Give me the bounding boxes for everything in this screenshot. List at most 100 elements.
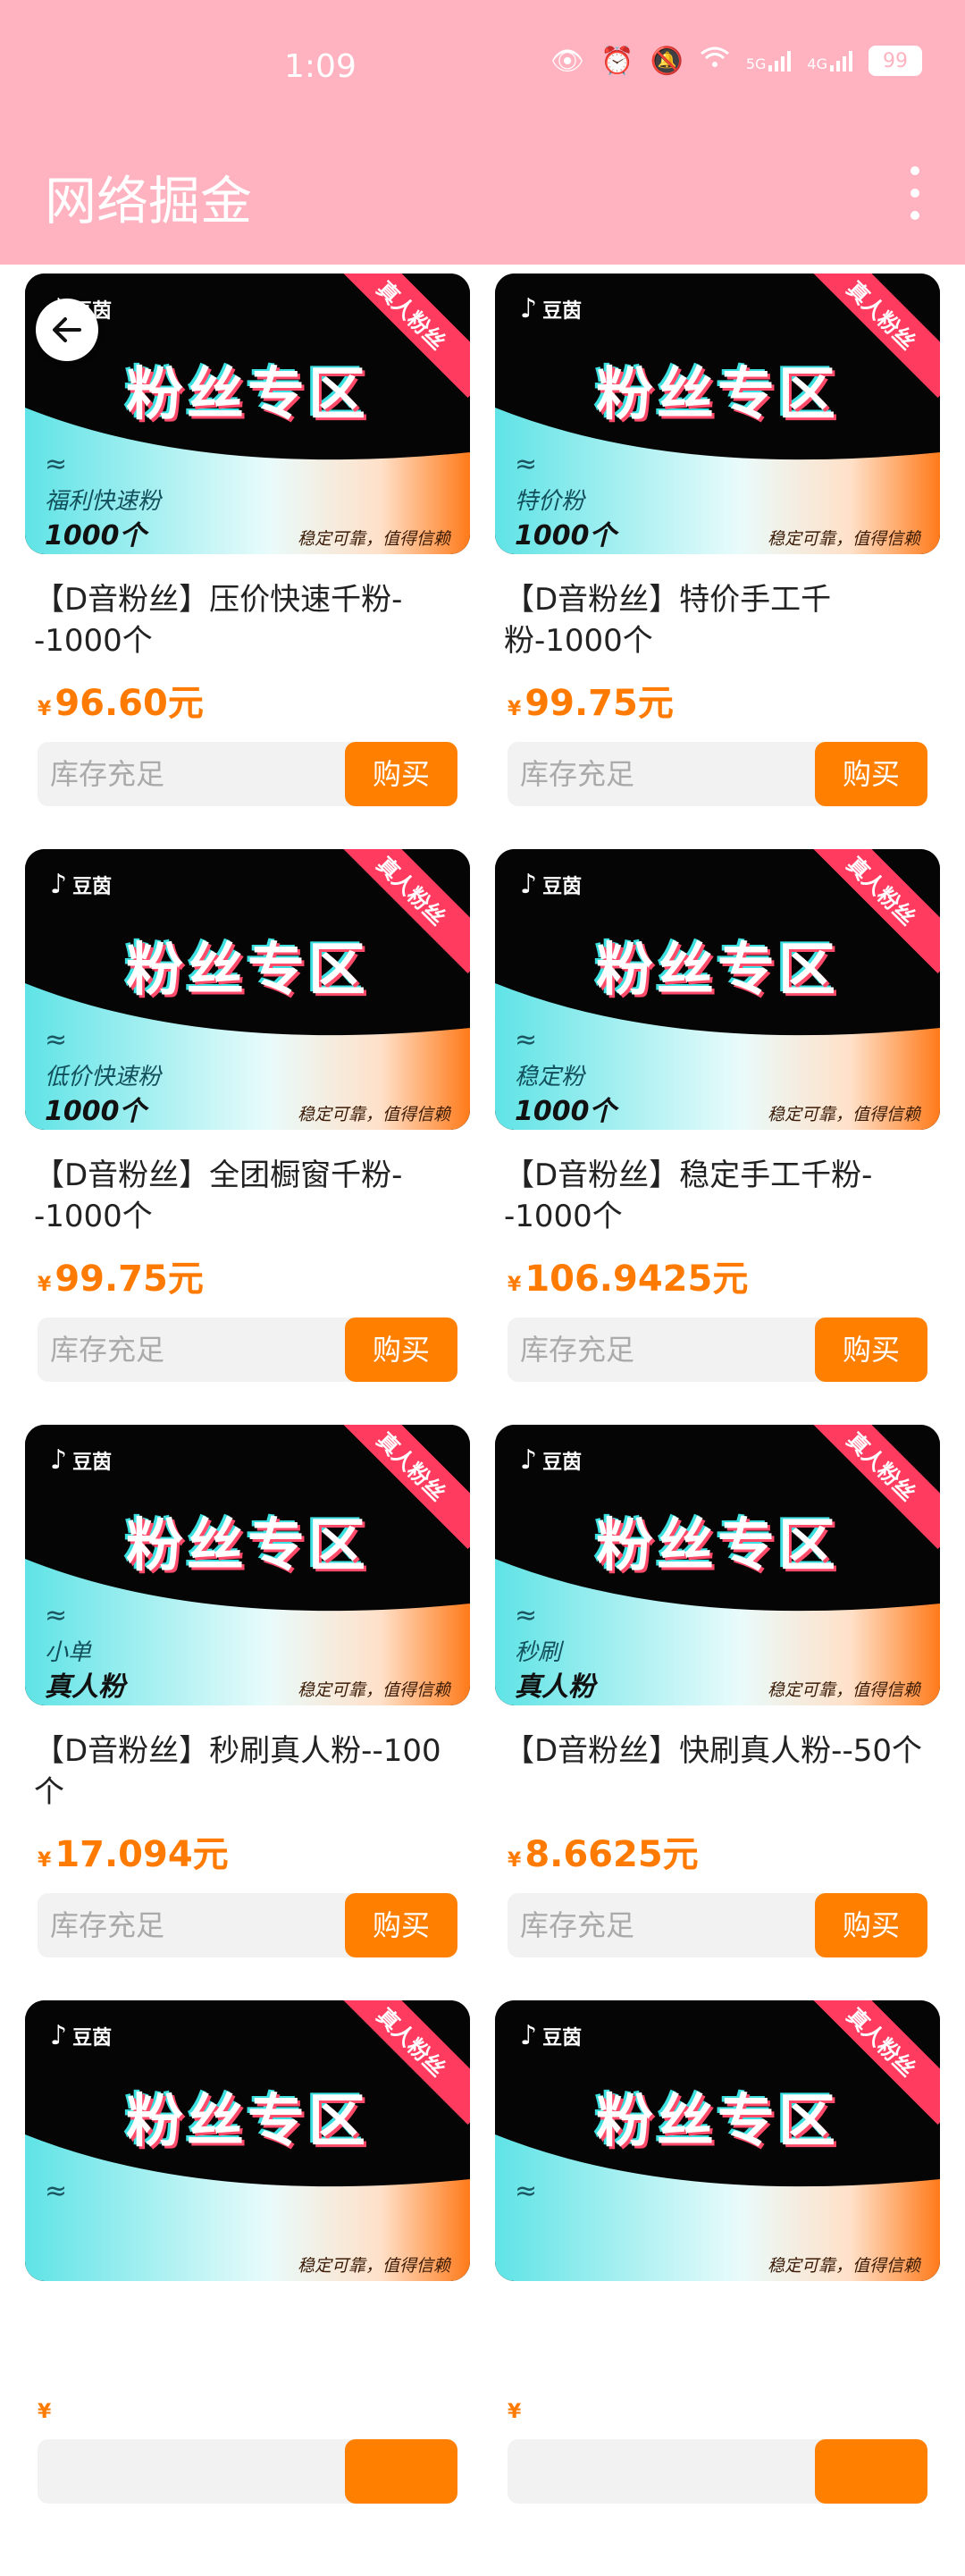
buy-button[interactable] <box>815 2439 927 2504</box>
banner-subtitle: 小单 <box>45 1639 92 1666</box>
wave-icon: ≈ <box>515 449 538 480</box>
product-banner[interactable]: ♪ 豆茵 真人粉丝 粉丝专区 ≈ 低价快速粉 1000个 稳定可靠，值得信赖 <box>25 849 470 1130</box>
banner-quantity: 1000个 <box>45 1096 147 1127</box>
buy-button[interactable]: 购买 <box>815 1893 927 1957</box>
product-banner[interactable]: ♪ 豆茵 真人粉丝 粉丝专区 ≈ 稳定可靠，值得信赖 <box>25 2000 470 2281</box>
currency-symbol: ¥ <box>38 1274 52 1296</box>
brand-logo: ♪ 豆茵 <box>50 1444 113 1476</box>
action-row: 库存充足 购买 <box>508 1317 927 1382</box>
banner-quantity: 1000个 <box>515 520 617 551</box>
action-row: 库存充足 购买 <box>38 1893 457 1957</box>
product-title[interactable]: 【D音粉丝】全团橱窗千粉--1000个 <box>34 1155 463 1237</box>
product-price: ¥ 17.094元 <box>38 1825 470 1877</box>
product-card[interactable]: ♪ 豆茵 真人粉丝 粉丝专区 ≈ 稳定粉 1000个 稳定可靠，值得信赖 【D音… <box>495 849 940 1425</box>
banner-zone-title: 粉丝专区 <box>596 362 839 428</box>
banner-quantity: 真人粉 <box>45 1671 125 1703</box>
wave-icon: ≈ <box>45 449 68 480</box>
music-note-icon: ♪ <box>520 869 538 900</box>
buy-button[interactable]: 购买 <box>345 742 457 806</box>
product-card[interactable]: ♪ 豆茵 真人粉丝 粉丝专区 ≈ 特价粉 1000个 稳定可靠，值得信赖 【D音… <box>495 274 940 849</box>
product-card[interactable]: ♪ 豆茵 真人粉丝 粉丝专区 ≈ 稳定可靠，值得信赖 ¥ <box>25 2000 470 2576</box>
banner-zone-title: 粉丝专区 <box>596 2089 839 2155</box>
product-title[interactable] <box>504 2306 933 2388</box>
status-time: 1:09 <box>284 48 357 85</box>
product-title[interactable]: 【D音粉丝】秒刷真人粉--100个 <box>34 1730 463 1813</box>
price-amount: 106.9425元 <box>524 1259 749 1300</box>
product-card[interactable]: ♪ 豆茵 真人粉丝 粉丝专区 ≈ 小单 真人粉 稳定可靠，值得信赖 【D音粉丝】… <box>25 1425 470 2000</box>
music-note-icon: ♪ <box>520 293 538 324</box>
currency-symbol: ¥ <box>38 2401 52 2423</box>
signal-5g-icon: 5G <box>746 49 792 72</box>
currency-symbol: ¥ <box>38 698 52 720</box>
stock-status: 库存充足 <box>38 1317 395 1382</box>
brand-logo: ♪ 豆茵 <box>520 869 583 900</box>
banner-slogan: 稳定可靠，值得信赖 <box>767 1105 920 1124</box>
battery-icon: 99 <box>868 46 922 76</box>
action-row <box>38 2439 457 2504</box>
music-note-icon: ♪ <box>50 869 68 900</box>
product-price: ¥ 8.6625元 <box>508 1825 940 1877</box>
product-banner[interactable]: ♪ 豆茵 真人粉丝 粉丝专区 ≈ 特价粉 1000个 稳定可靠，值得信赖 <box>495 274 940 554</box>
banner-slogan: 稳定可靠，值得信赖 <box>297 2256 450 2276</box>
brand-logo: ♪ 豆茵 <box>520 293 583 324</box>
action-row: 库存充足 购买 <box>38 1317 457 1382</box>
music-note-icon: ♪ <box>520 2020 538 2051</box>
buy-button[interactable]: 购买 <box>345 1317 457 1382</box>
product-card[interactable]: ♪ 豆茵 真人粉丝 粉丝专区 ≈ 稳定可靠，值得信赖 ¥ <box>495 2000 940 2576</box>
action-row: 库存充足 购买 <box>508 742 927 806</box>
eye-icon: 👁 <box>550 45 585 77</box>
currency-symbol: ¥ <box>508 2401 522 2423</box>
app-bar: 1:09 👁 ⏰ 🔕 5G 4G 99 网络掘金 <box>0 0 965 265</box>
banner-zone-title: 粉丝专区 <box>596 938 839 1004</box>
banner-quantity: 1000个 <box>45 520 147 551</box>
product-title[interactable]: 【D音粉丝】压价快速千粉--1000个 <box>34 579 463 661</box>
product-title[interactable]: 【D音粉丝】特价手工千粉-1000个 <box>504 579 933 661</box>
product-banner[interactable]: ♪ 豆茵 真人粉丝 粉丝专区 ≈ 秒刷 真人粉 稳定可靠，值得信赖 <box>495 1425 940 1705</box>
banner-zone-title: 粉丝专区 <box>126 1513 369 1579</box>
brand-logo: ♪ 豆茵 <box>50 869 113 900</box>
buy-button[interactable]: 购买 <box>345 1893 457 1957</box>
mute-icon: 🔕 <box>650 45 684 77</box>
banner-subtitle: 低价快速粉 <box>45 1064 162 1090</box>
buy-button[interactable]: 购买 <box>815 742 927 806</box>
banner-quantity: 1000个 <box>515 1096 617 1127</box>
product-price: ¥ 96.60元 <box>38 674 470 726</box>
product-title[interactable]: 【D音粉丝】快刷真人粉--50个 <box>504 1730 933 1813</box>
banner-slogan: 稳定可靠，值得信赖 <box>767 1680 920 1700</box>
status-icons: 👁 ⏰ 🔕 5G 4G 99 <box>550 45 922 77</box>
stock-status <box>38 2439 395 2504</box>
price-amount: 96.60元 <box>55 683 204 724</box>
music-note-icon: ♪ <box>50 2020 68 2051</box>
currency-symbol: ¥ <box>508 698 522 720</box>
buy-button[interactable]: 购买 <box>815 1317 927 1382</box>
product-price: ¥ 106.9425元 <box>508 1250 940 1301</box>
banner-subtitle: 特价粉 <box>515 488 585 515</box>
product-card[interactable]: ♪ 豆茵 真人粉丝 粉丝专区 ≈ 低价快速粉 1000个 稳定可靠，值得信赖 【… <box>25 849 470 1425</box>
banner-slogan: 稳定可靠，值得信赖 <box>297 1105 450 1124</box>
banner-slogan: 稳定可靠，值得信赖 <box>297 529 450 549</box>
product-card[interactable]: ♪ 豆茵 真人粉丝 粉丝专区 ≈ 福利快速粉 1000个 稳定可靠，值得信赖 【… <box>25 274 470 849</box>
music-note-icon: ♪ <box>520 1444 538 1476</box>
buy-button[interactable] <box>345 2439 457 2504</box>
product-title[interactable] <box>34 2306 463 2388</box>
banner-subtitle: 福利快速粉 <box>45 488 162 515</box>
signal-4g-icon: 4G <box>807 49 852 72</box>
product-title[interactable]: 【D音粉丝】稳定手工千粉--1000个 <box>504 1155 933 1237</box>
stock-status <box>508 2439 865 2504</box>
banner-zone-title: 粉丝专区 <box>126 362 369 428</box>
product-banner[interactable]: ♪ 豆茵 真人粉丝 粉丝专区 ≈ 小单 真人粉 稳定可靠，值得信赖 <box>25 1425 470 1705</box>
alarm-icon: ⏰ <box>600 45 634 77</box>
stock-status: 库存充足 <box>38 742 395 806</box>
price-amount: 8.6625元 <box>524 1834 699 1875</box>
back-button[interactable] <box>36 299 98 361</box>
action-row: 库存充足 购买 <box>38 742 457 806</box>
wave-icon: ≈ <box>515 1024 538 1056</box>
product-banner[interactable]: ♪ 豆茵 真人粉丝 粉丝专区 ≈ 稳定可靠，值得信赖 <box>495 2000 940 2281</box>
currency-symbol: ¥ <box>38 1849 52 1872</box>
more-options-icon[interactable] <box>904 166 926 220</box>
product-banner[interactable]: ♪ 豆茵 真人粉丝 粉丝专区 ≈ 稳定粉 1000个 稳定可靠，值得信赖 <box>495 849 940 1130</box>
product-card[interactable]: ♪ 豆茵 真人粉丝 粉丝专区 ≈ 秒刷 真人粉 稳定可靠，值得信赖 【D音粉丝】… <box>495 1425 940 2000</box>
wifi-icon <box>700 45 730 77</box>
wave-icon: ≈ <box>515 2176 538 2207</box>
wave-icon: ≈ <box>515 1600 538 1631</box>
